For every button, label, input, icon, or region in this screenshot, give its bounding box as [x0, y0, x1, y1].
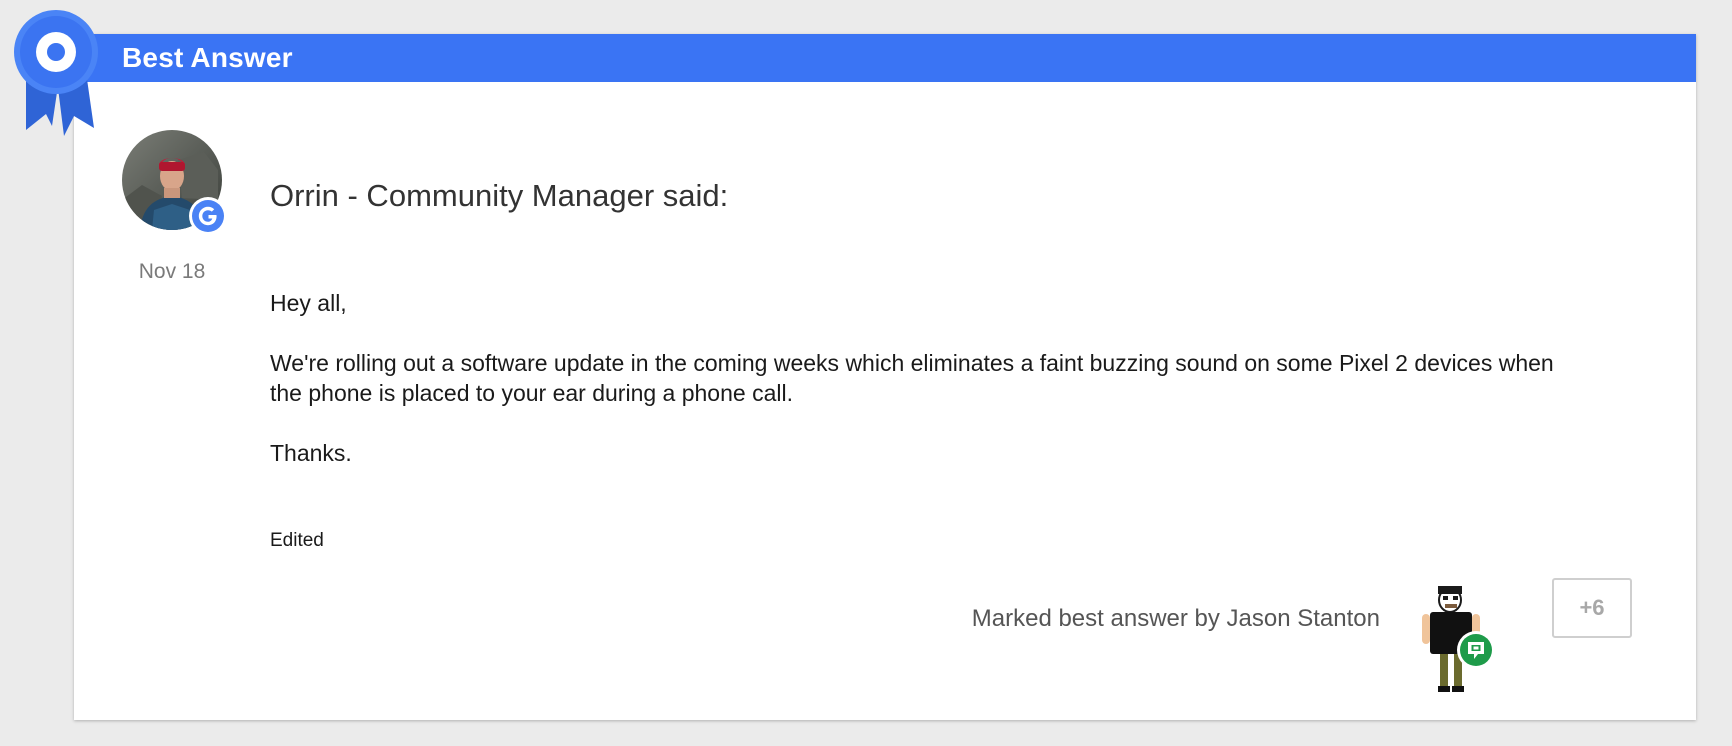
marked-best-answer-text: Marked best answer by Jason Stanton [971, 605, 1380, 632]
edited-label[interactable]: Edited [270, 530, 324, 552]
post-paragraph: Hey all, [270, 290, 347, 316]
post-paragraph: Thanks. [270, 440, 352, 466]
post-body: Hey all, We're rolling out a software up… [270, 288, 1570, 498]
author-avatar-container[interactable] [122, 130, 228, 236]
hangouts-badge-icon [1456, 630, 1496, 670]
best-answer-banner: Best Answer [74, 34, 1696, 82]
banner-title: Best Answer [122, 42, 293, 73]
award-ribbon-icon [12, 8, 100, 140]
post-paragraph: We're rolling out a software update in t… [270, 350, 1554, 406]
plus-one-button[interactable]: +6 [1552, 578, 1632, 638]
author-heading: Orrin - Community Manager said: [270, 178, 729, 213]
post-date: Nov 18 [138, 260, 206, 283]
google-badge-icon [188, 196, 228, 236]
best-answer-card: Best Answer Nov 18 Orrin - Community Man… [74, 34, 1696, 720]
